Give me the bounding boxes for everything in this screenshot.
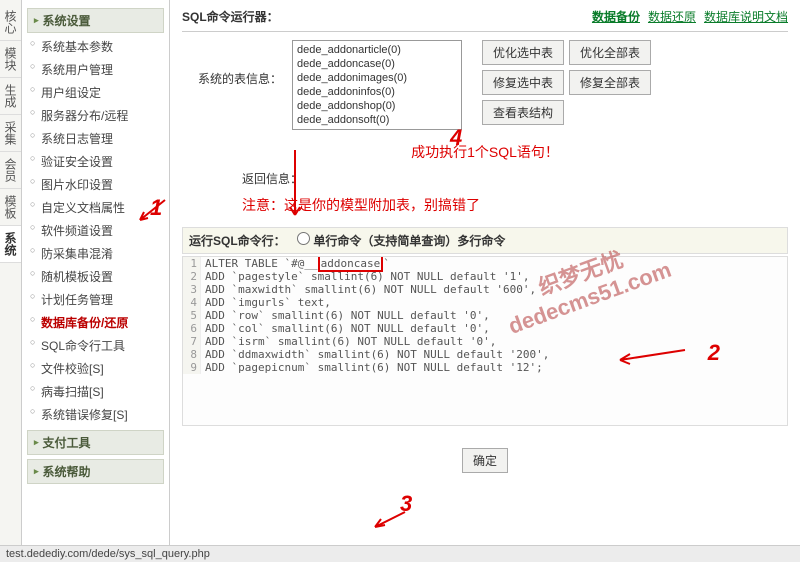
group-head-1[interactable]: ▸支付工具 [27,430,164,455]
annotation-3: 3 [400,491,412,517]
sql-run-header: 运行SQL命令行： 单行命令（支持简单查询）多行命令 [182,227,788,254]
code-line: 9ADD `pagepicnum` smallint(6) NOT NULL d… [183,361,787,374]
success-message: 成功执行1个SQL语句！ [182,142,788,162]
top-link-1[interactable]: 数据还原 [648,8,696,25]
vertical-tabs: 核心模块生成采集会员模板系统 [0,0,22,562]
top-link-2[interactable]: 数据库说明文档 [704,8,788,25]
sidebar: ▸系统设置系统基本参数系统用户管理用户组设定服务器分布/远程系统日志管理验证安全… [22,0,170,562]
action-btn-4[interactable]: 查看表结构 [482,100,564,125]
top-links: 数据备份数据还原数据库说明文档 [592,8,788,25]
menu-item[interactable]: 防采集串混淆 [27,242,164,265]
menu-item[interactable]: 文件校验[S] [27,357,164,380]
code-line: 7ADD `isrm` smallint(6) NOT NULL default… [183,335,787,348]
code-line: 5ADD `row` smallint(6) NOT NULL default … [183,309,787,322]
menu-item[interactable]: 服务器分布/远程 [27,104,164,127]
menu-item[interactable]: 系统错误修复[S] [27,403,164,426]
tab-2[interactable]: 生成 [0,78,21,115]
code-line: 3ADD `maxwidth` smallint(6) NOT NULL def… [183,283,787,296]
topbar: SQL命令运行器： 数据备份数据还原数据库说明文档 [182,8,788,32]
menu-item[interactable]: 随机模板设置 [27,265,164,288]
notice-text: 注意：这是你的模型附加表，别搞错了 [182,195,788,215]
action-btn-2[interactable]: 修复选中表 [482,70,564,95]
action-buttons: 优化选中表优化全部表修复选中表修复全部表查看表结构 [482,40,651,125]
menu-item[interactable]: 系统日志管理 [27,127,164,150]
code-line: 8ADD `ddmaxwidth` smallint(6) NOT NULL d… [183,348,787,361]
table-option[interactable]: dede_addoninfos(0) [295,85,459,99]
menu-item[interactable]: 软件频道设置 [27,219,164,242]
tab-0[interactable]: 核心 [0,4,21,41]
page-title: SQL命令运行器： [182,8,279,25]
table-info-label: 系统的表信息： [182,40,282,87]
menu-item[interactable]: 图片水印设置 [27,173,164,196]
table-option[interactable]: dede_addonshop(0) [295,99,459,113]
group-head-0[interactable]: ▸系统设置 [27,8,164,33]
tab-5[interactable]: 模板 [0,189,21,226]
chevron-icon: ▸ [34,466,39,477]
table-option[interactable]: dede_addonarticle(0) [295,43,459,57]
action-btn-0[interactable]: 优化选中表 [482,40,564,65]
chevron-icon: ▸ [34,437,39,448]
action-btn-3[interactable]: 修复全部表 [569,70,651,95]
table-option[interactable]: dede_addonsoft(0) [295,113,459,127]
code-line: 1ALTER TABLE `#@__addoncase` [183,257,787,270]
code-line: 6ADD `col` smallint(6) NOT NULL default … [183,322,787,335]
table-info-row: 系统的表信息： dede_addonarticle(0)dede_addonca… [182,40,788,130]
code-line: 2ADD `pagestyle` smallint(6) NOT NULL de… [183,270,787,283]
main-content: SQL命令运行器： 数据备份数据还原数据库说明文档 系统的表信息： dede_a… [170,0,800,562]
arrow-3 [365,507,415,537]
submit-area: 确定 [182,448,788,473]
tab-6[interactable]: 系统 [0,226,21,263]
top-link-0[interactable]: 数据备份 [592,8,640,25]
sql-code-area[interactable]: 1ALTER TABLE `#@__addoncase`2ADD `pagest… [182,256,788,426]
chevron-icon: ▸ [34,15,39,26]
menu-item[interactable]: 用户组设定 [27,81,164,104]
menu-item[interactable]: 系统用户管理 [27,58,164,81]
menu-item[interactable]: 验证安全设置 [27,150,164,173]
table-option[interactable]: dede_addonimages(0) [295,71,459,85]
table-list[interactable]: dede_addonarticle(0)dede_addoncase(0)ded… [292,40,462,130]
tab-1[interactable]: 模块 [0,41,21,78]
return-info-label: 返回信息： [182,170,788,187]
menu-item[interactable]: 计划任务管理 [27,288,164,311]
menu-item[interactable]: SQL命令行工具 [27,334,164,357]
menu-item[interactable]: 数据库备份/还原 [27,311,164,334]
submit-button[interactable]: 确定 [462,448,508,473]
sql-radio-label: 单行命令（支持简单查询）多行命令 [313,234,505,248]
menu-item[interactable]: 系统基本参数 [27,35,164,58]
table-option[interactable]: dede_addoncase(0) [295,57,459,71]
status-bar: test.dedediy.com/dede/sys_sql_query.php [0,545,800,562]
group-head-2[interactable]: ▸系统帮助 [27,459,164,484]
tab-4[interactable]: 会员 [0,152,21,189]
menu-item[interactable]: 自定义文档属性 [27,196,164,219]
action-btn-1[interactable]: 优化全部表 [569,40,651,65]
tab-3[interactable]: 采集 [0,115,21,152]
code-line: 4ADD `imgurls` text, [183,296,787,309]
sql-mode-radio[interactable] [297,232,310,245]
sql-run-label: 运行SQL命令行： [189,234,286,248]
menu-item[interactable]: 病毒扫描[S] [27,380,164,403]
